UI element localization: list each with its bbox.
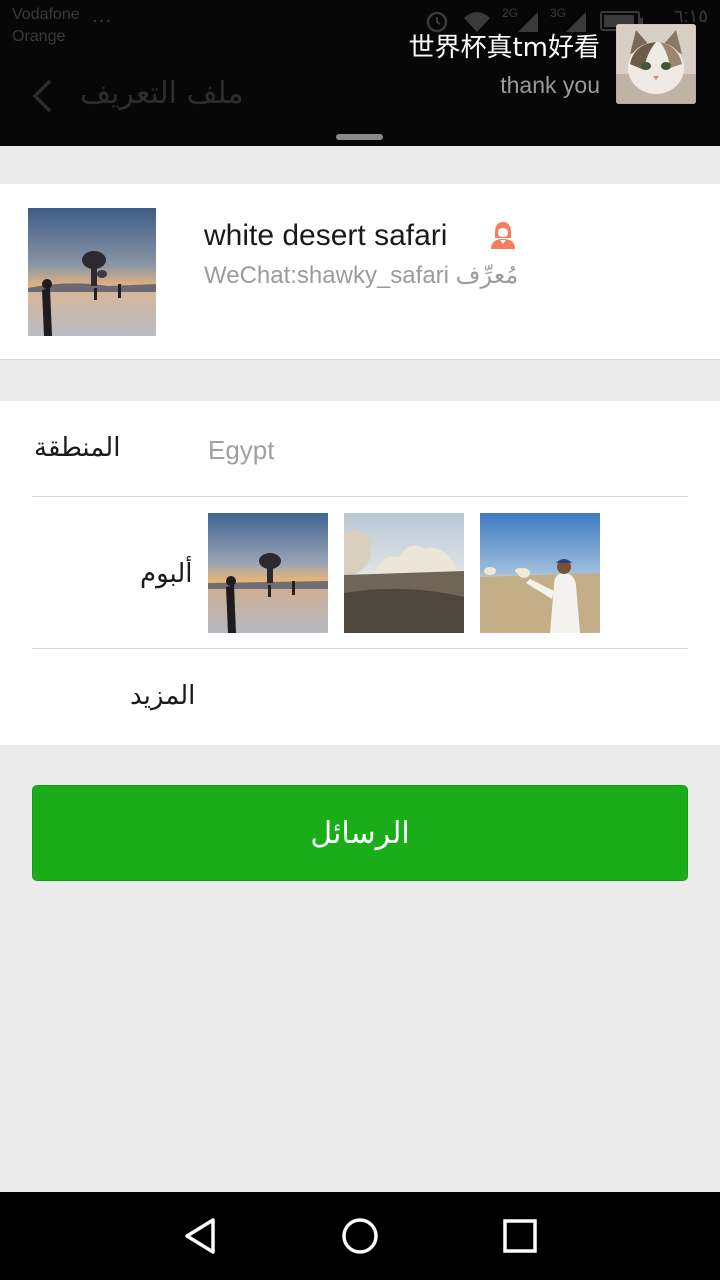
cat-photo-icon	[616, 24, 696, 104]
album-photo-1	[208, 513, 328, 633]
album-photo-2	[344, 513, 464, 633]
nav-back-button[interactable]	[172, 1210, 228, 1262]
profile-card: white desert safari WeChat:shawky_safari…	[0, 184, 720, 360]
region-label: المنطقة	[34, 433, 121, 463]
notification-banner[interactable]: 世界杯真tm好看 thank you	[0, 0, 720, 146]
more-row[interactable]: المزيد	[0, 649, 720, 745]
profile-wechat-id: WeChat:shawky_safari مُعرِّف	[204, 262, 519, 289]
nav-recents-button[interactable]	[492, 1210, 548, 1262]
notification-text: thank you	[500, 72, 600, 98]
album-photo-3	[480, 513, 600, 633]
circle-home-icon	[342, 1218, 378, 1254]
female-icon	[491, 222, 515, 249]
nav-home-button[interactable]	[332, 1210, 388, 1262]
album-label: ألبوم	[140, 559, 193, 589]
region-value: Egypt	[208, 435, 275, 465]
triangle-back-icon	[185, 1218, 215, 1254]
profile-avatar[interactable]	[28, 208, 156, 336]
system-nav-bar	[0, 1192, 720, 1280]
more-label: المزيد	[130, 681, 196, 711]
notification-title: 世界杯真tm好看	[408, 33, 600, 63]
notification-drag-handle[interactable]	[336, 134, 383, 140]
album-row[interactable]: ألبوم	[0, 497, 720, 649]
screen: Vodafone Orange ... 2G 3G ٦:١٥ ملف التعر…	[0, 0, 720, 1280]
details-section: المنطقة Egypt ألبوم المزيد	[0, 401, 720, 745]
messages-button[interactable]: الرسائل	[32, 785, 688, 881]
notification-avatar	[616, 24, 696, 104]
square-recents-icon	[503, 1219, 537, 1253]
desert-sunset-avatar	[28, 208, 156, 336]
profile-name: white desert safari	[204, 219, 448, 252]
